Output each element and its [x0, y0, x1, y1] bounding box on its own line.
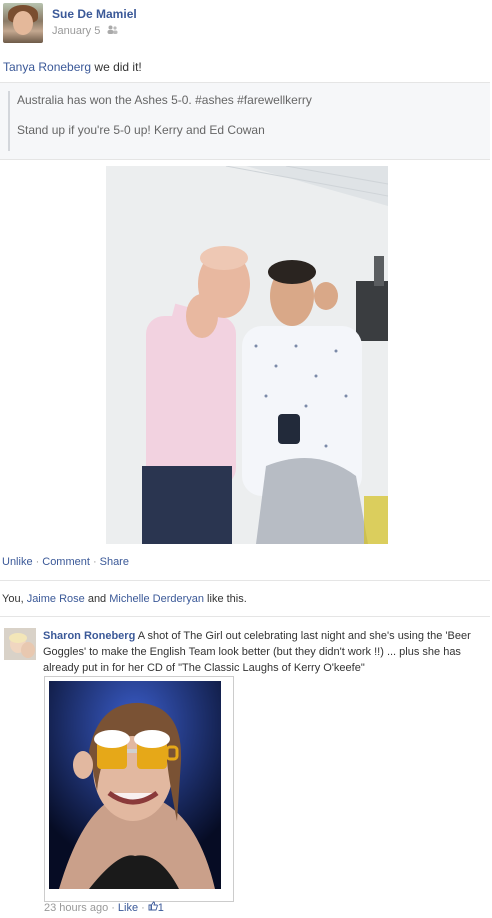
comment-author-link[interactable]: Sharon Roneberg — [43, 630, 135, 642]
post-action-bar: Unlike · Comment · Share — [2, 556, 129, 568]
likes-suffix: like this. — [204, 593, 247, 605]
comment-body: Sharon Roneberg A shot of The Girl out c… — [43, 628, 483, 676]
likes-conjunction: and — [84, 593, 110, 605]
post-meta: January 5 — [52, 25, 118, 37]
likes-summary: You, Jaime Rose and Michelle Derderyan l… — [2, 593, 247, 605]
thumbs-up-icon[interactable] — [148, 901, 158, 914]
separator: · — [141, 902, 145, 914]
post-message-text: we did it! — [91, 60, 142, 74]
shared-status-box: Australia has won the Ashes 5-0. #ashes … — [0, 82, 490, 160]
likes-prefix: You, — [2, 593, 27, 605]
separator: · — [35, 556, 40, 568]
post-photo[interactable] — [106, 166, 388, 544]
author-name-link[interactable]: Sue De Mamiel — [52, 7, 137, 21]
post-message: Tanya Roneberg we did it! — [3, 60, 142, 74]
shared-line: Australia has won the Ashes 5-0. #ashes … — [17, 93, 312, 107]
tagged-user-link[interactable]: Tanya Roneberg — [3, 60, 91, 74]
separator: · — [92, 556, 97, 568]
liker-link[interactable]: Jaime Rose — [27, 593, 85, 605]
comment-photo[interactable] — [44, 676, 234, 902]
post-date-link[interactable]: January 5 — [52, 25, 100, 37]
friends-icon[interactable] — [107, 25, 118, 37]
post-header: Sue De Mamiel January 5 — [0, 0, 492, 50]
commenter-avatar[interactable] — [4, 628, 36, 660]
author-avatar[interactable] — [3, 3, 43, 43]
comment-footer: 23 hours ago · Like · 1 — [44, 901, 164, 914]
divider — [0, 580, 490, 581]
divider — [0, 616, 490, 617]
share-link[interactable]: Share — [100, 556, 129, 568]
comment-like-link[interactable]: Like — [118, 902, 138, 914]
unlike-link[interactable]: Unlike — [2, 556, 33, 568]
comment-timestamp-link[interactable]: 23 hours ago — [44, 902, 108, 914]
comment-like-count[interactable]: 1 — [158, 902, 164, 914]
separator: · — [111, 902, 115, 914]
comment-link[interactable]: Comment — [42, 556, 90, 568]
shared-quote: Australia has won the Ashes 5-0. #ashes … — [8, 91, 312, 151]
liker-link[interactable]: Michelle Derderyan — [109, 593, 204, 605]
shared-line: Stand up if you're 5-0 up! Kerry and Ed … — [17, 123, 265, 137]
